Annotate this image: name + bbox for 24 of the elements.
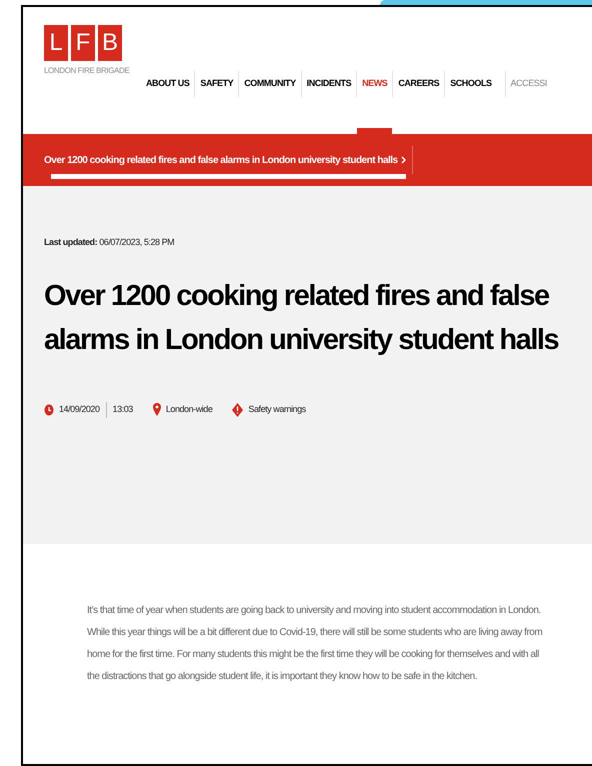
logo-caption: LONDON FIRE BRIGADE bbox=[44, 65, 130, 77]
nav-link[interactable]: SAFETY bbox=[194, 71, 238, 97]
nav-link[interactable]: COMMUNITY bbox=[238, 71, 301, 97]
logo-letter: F bbox=[71, 25, 95, 61]
nav-link[interactable]: NEWS bbox=[356, 71, 392, 97]
chevron-right-icon bbox=[400, 156, 406, 164]
nav-link[interactable]: INCIDENTS bbox=[300, 71, 356, 97]
clock-icon bbox=[44, 404, 54, 416]
warning-diamond-icon bbox=[232, 402, 244, 416]
time-text: 13:03 bbox=[112, 402, 133, 416]
nav-link[interactable]: SCHOOLS bbox=[444, 71, 497, 97]
nav-link[interactable]: ACCESSI bbox=[504, 71, 552, 97]
logo-letter: B bbox=[98, 25, 122, 61]
nav-link[interactable]: CAREERS bbox=[392, 71, 444, 97]
location-text[interactable]: London-wide bbox=[166, 402, 212, 416]
last-updated-text: Last updated: 06/07/2023, 5:28 PM bbox=[44, 236, 176, 249]
nav-link[interactable]: ABOUT US bbox=[141, 71, 194, 97]
location-pin-icon bbox=[152, 403, 161, 416]
article-title: Over 1200 cooking related fires and false alarms in London university student halls bbox=[44, 278, 560, 358]
lfb-logo[interactable]: L F B bbox=[44, 25, 141, 61]
intro-paragraph: It’s that time of year when students are going back to university and moving into student accommodation in London. While this year things will be a bit different due to Covid-19, there will still be some students who are living away from home for the first time. For many students this might be the first time they will be cooking for themselves and with all the distractions that go alongside student life, it is important they know how to be safe in the kitchen. bbox=[87, 604, 544, 684]
date-text: 14/09/2020 bbox=[59, 402, 100, 416]
category-link[interactable]: Safety warnings bbox=[248, 402, 306, 416]
logo-letter: L bbox=[44, 25, 68, 61]
